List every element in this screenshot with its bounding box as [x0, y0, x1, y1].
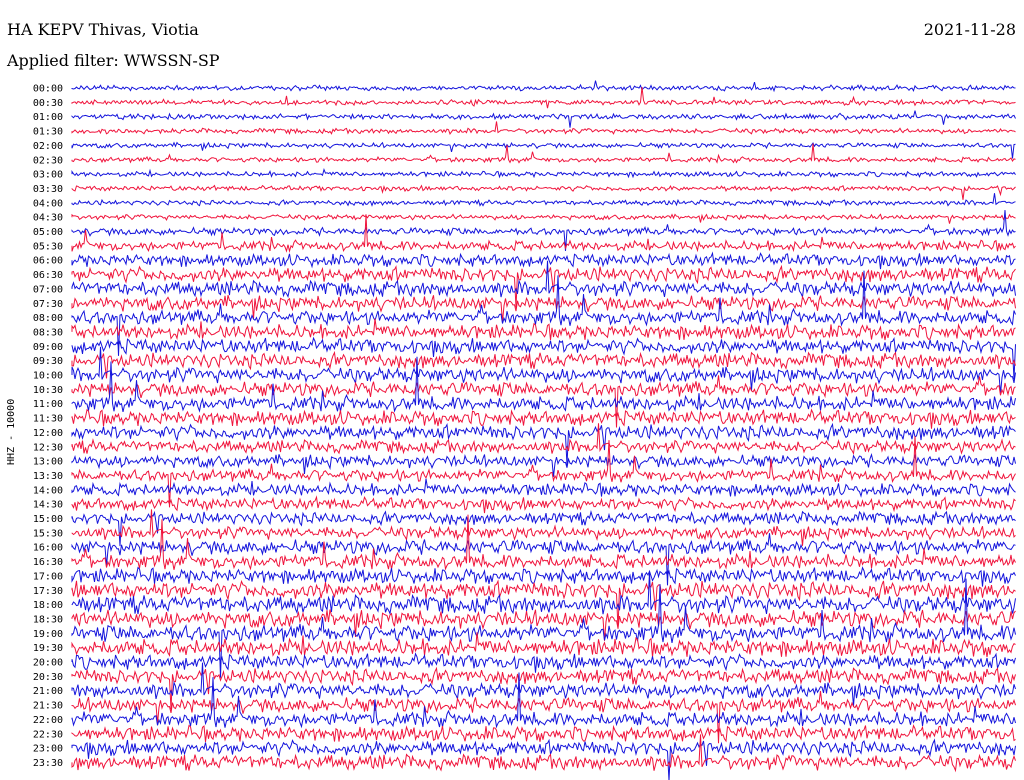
row-time-label: 04:00 [33, 198, 63, 209]
row-time-label: 20:00 [33, 658, 63, 669]
trace-row [71, 210, 1016, 251]
row-time-label: 17:00 [33, 571, 63, 582]
row-time-label: 06:30 [33, 270, 63, 281]
row-time-label: 10:30 [33, 385, 63, 396]
seismogram-plot: 00:00 00:30 01:00 01:30 02:00 02:30 03:00 03:30… [33, 80, 1016, 780]
trace-row [71, 408, 1016, 429]
row-time-label: 14:30 [33, 500, 63, 511]
row-time-label: 01:30 [33, 127, 63, 138]
row-time-label: 16:30 [33, 557, 63, 568]
row-time-label: 06:00 [33, 256, 63, 267]
row-time-label: 23:30 [33, 758, 63, 769]
trace-row [71, 87, 1016, 109]
trace-row [71, 478, 1016, 498]
trace-row [71, 168, 1016, 179]
trace-row [71, 566, 1016, 587]
trace-row [71, 495, 1016, 514]
row-time-label: 19:00 [33, 629, 63, 640]
trace-row [71, 652, 1016, 673]
trace-row [71, 318, 1016, 341]
row-time-label: 12:00 [33, 428, 63, 439]
row-time-label: 05:30 [33, 241, 63, 252]
row-time-label: 12:30 [33, 442, 63, 453]
row-time-label: 15:00 [33, 514, 63, 525]
row-time-label: 20:30 [33, 672, 63, 683]
row-time-label: 08:30 [33, 327, 63, 338]
trace-row [71, 184, 1016, 200]
trace-row [71, 141, 1016, 159]
row-time-label: 10:00 [33, 371, 63, 382]
row-time-label: 16:00 [33, 543, 63, 554]
row-time-label: 08:00 [33, 313, 63, 324]
row-time-label: 09:00 [33, 342, 63, 353]
row-time-label: 15:30 [33, 528, 63, 539]
row-time-label: 04:30 [33, 213, 63, 224]
row-time-label: 17:30 [33, 586, 63, 597]
row-time-label: 05:00 [33, 227, 63, 238]
trace-row [71, 423, 1016, 456]
trace-row [71, 251, 1016, 270]
row-time-label: 03:00 [33, 170, 63, 181]
row-time-label: 07:00 [33, 284, 63, 295]
trace-row [71, 110, 1016, 128]
trace-row [71, 346, 1016, 394]
trace-row [71, 510, 1016, 547]
row-time-label: 02:00 [33, 141, 63, 152]
trace-row [71, 270, 1016, 356]
trace-row [71, 356, 1016, 413]
row-time-label: 13:30 [33, 471, 63, 482]
trace-row [71, 213, 1016, 224]
row-time-label: 19:30 [33, 643, 63, 654]
row-time-label: 23:00 [33, 744, 63, 755]
row-time-label: 18:30 [33, 614, 63, 625]
row-time-label: 11:30 [33, 414, 63, 425]
row-time-label: 22:30 [33, 729, 63, 740]
row-time-label: 14:00 [33, 485, 63, 496]
row-time-label: 11:00 [33, 399, 63, 410]
row-time-label: 18:00 [33, 600, 63, 611]
trace-row [71, 295, 1016, 323]
trace-row [71, 80, 1016, 93]
row-time-label: 07:30 [33, 299, 63, 310]
row-time-label: 01:00 [33, 112, 63, 123]
trace-row [71, 193, 1016, 207]
trace-row [71, 514, 1016, 571]
trace-row [71, 509, 1016, 546]
row-time-label: 21:30 [33, 701, 63, 712]
row-time-label: 03:30 [33, 184, 63, 195]
row-time-label: 00:00 [33, 84, 63, 95]
row-time-label: 22:00 [33, 715, 63, 726]
trace-row [71, 260, 1016, 299]
row-time-label: 13:00 [33, 457, 63, 468]
row-time-label: 21:00 [33, 686, 63, 697]
trace-row [71, 724, 1016, 743]
trace-row [71, 121, 1016, 136]
row-time-label: 02:30 [33, 155, 63, 166]
row-time-label: 09:30 [33, 356, 63, 367]
row-time-label: 00:30 [33, 98, 63, 109]
